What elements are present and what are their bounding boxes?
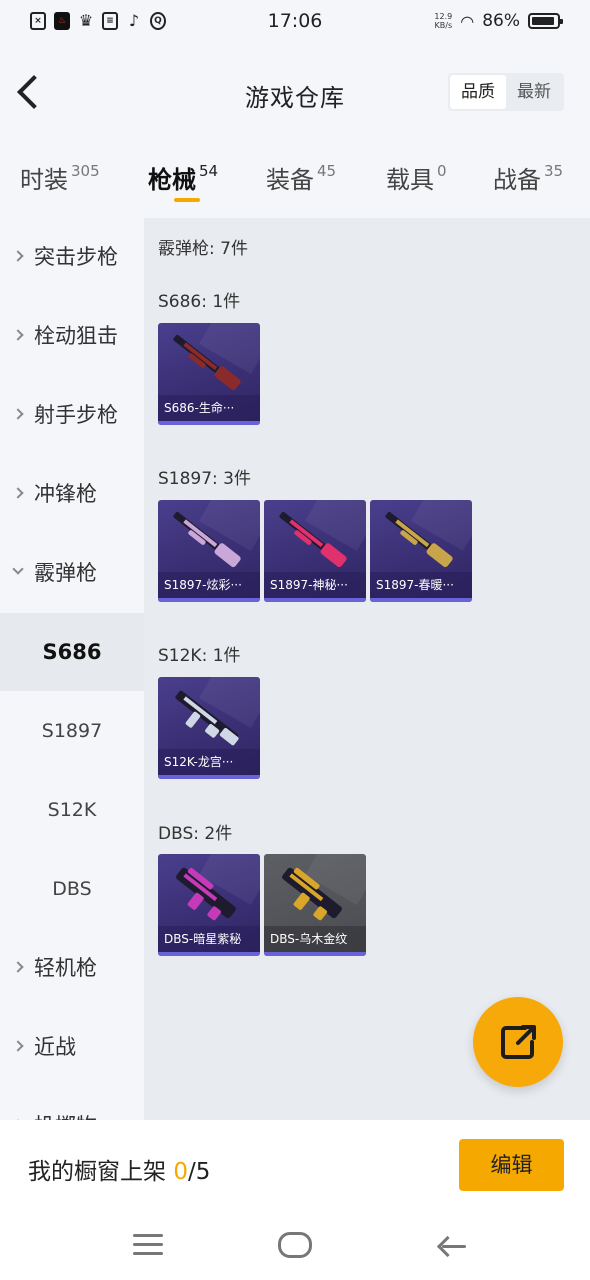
chevron-right-icon	[12, 250, 24, 262]
share-button[interactable]	[473, 997, 563, 1087]
group-heading-s686: S686: 1件	[158, 292, 241, 312]
battery-percent: 86%	[482, 11, 520, 31]
sort-toggle: 品质 最新	[448, 73, 564, 111]
weapon-card[interactable]: S1897-春暖···	[370, 500, 472, 602]
showcase-bar: 我的橱窗上架 0/5 编辑	[0, 1120, 590, 1212]
sidebar-item-throwables[interactable]: 投掷物	[0, 1087, 144, 1120]
tab-equipment[interactable]: 装备 45	[266, 160, 336, 195]
weapon-card-name: S1897-炫彩···	[158, 572, 260, 598]
shotgun-icon	[173, 511, 241, 568]
sidebar-item-shotgun[interactable]: 霰弹枪	[0, 534, 144, 612]
weapon-card-name: S1897-神秘···	[264, 572, 366, 598]
system-nav-bar	[0, 1212, 590, 1280]
menu-icon[interactable]	[133, 1234, 163, 1256]
shotgun-icon	[385, 511, 453, 568]
sidebar-sub-s686[interactable]: S686	[0, 613, 144, 691]
home-icon[interactable]	[278, 1232, 312, 1258]
weapon-card-name: S1897-春暖···	[370, 572, 472, 598]
weapon-card[interactable]: S1897-神秘···	[264, 500, 366, 602]
weapon-card[interactable]: DBS-乌木金纹	[264, 854, 366, 956]
sidebar-item-lmg[interactable]: 轻机枪	[0, 929, 144, 1007]
external-link-icon	[501, 1025, 536, 1059]
sidebar-item-melee[interactable]: 近战	[0, 1008, 144, 1086]
active-tab-underline	[174, 198, 200, 202]
edit-button[interactable]: 编辑	[459, 1139, 564, 1191]
bullpup-shotgun-icon	[282, 867, 342, 921]
network-speed: 12.9 KB/s	[434, 12, 453, 30]
wifi-icon: ◠	[460, 11, 475, 31]
chevron-right-icon	[12, 329, 24, 341]
weapon-type-sidebar: 突击步枪 栓动狙击 射手步枪 冲锋枪 霰弹枪 S686 S1897 S12K D…	[0, 218, 144, 1120]
sort-quality-button[interactable]: 品质	[450, 75, 506, 109]
battery-icon	[528, 13, 563, 29]
showcase-total: /5	[187, 1159, 211, 1185]
tab-vehicles[interactable]: 载具 0	[386, 160, 447, 195]
chevron-down-icon	[12, 563, 24, 575]
warehouse-page: × ♨ ♛ ≡ ♪ Q 17:06 12.9 KB/s ◠ 86% 游戏仓库 品…	[0, 0, 590, 1280]
weapon-card[interactable]: S686-生命···	[158, 323, 260, 425]
chevron-right-icon	[12, 1040, 24, 1052]
weapon-grid: 霰弹枪: 7件 S686: 1件 S686-生命··· S1897: 3件 S1…	[144, 218, 590, 1120]
sidebar-item-smg[interactable]: 冲锋枪	[0, 455, 144, 533]
bullpup-shotgun-icon	[176, 867, 236, 921]
group-heading-dbs: DBS: 2件	[158, 824, 233, 844]
chevron-right-icon	[12, 961, 24, 973]
tab-outfit[interactable]: 时装 305	[20, 160, 100, 195]
auto-shotgun-icon	[175, 690, 239, 746]
sidebar-item-assault-rifle[interactable]: 突击步枪	[0, 218, 144, 296]
sidebar-sub-s12k[interactable]: S12K	[0, 771, 144, 849]
status-right: 12.9 KB/s ◠ 86%	[434, 11, 563, 31]
weapon-card-name: DBS-暗星紫秘	[158, 926, 260, 952]
category-tabs: 时装 305 枪械 54 装备 45 载具 0 战备 35	[0, 142, 590, 218]
sidebar-item-bolt-sniper[interactable]: 栓动狙击	[0, 297, 144, 375]
shotgun-icon	[173, 334, 241, 391]
status-bar: × ♨ ♛ ≡ ♪ Q 17:06 12.9 KB/s ◠ 86%	[0, 0, 590, 46]
showcase-label: 我的橱窗上架 0/5	[28, 1159, 211, 1185]
weapon-card-name: DBS-乌木金纹	[264, 926, 366, 952]
weapon-card[interactable]: DBS-暗星紫秘	[158, 854, 260, 956]
weapon-card-name: S12K-龙宫···	[158, 749, 260, 775]
weapon-card-name: S686-生命···	[158, 395, 260, 421]
sidebar-item-marksman-rifle[interactable]: 射手步枪	[0, 376, 144, 454]
showcase-count: 0	[173, 1159, 188, 1185]
group-heading-s1897: S1897: 3件	[158, 469, 252, 489]
tab-supplies[interactable]: 战备 35	[493, 160, 563, 195]
tab-firearms[interactable]: 枪械 54	[148, 160, 218, 195]
shotgun-icon	[279, 511, 347, 568]
sidebar-sub-s1897[interactable]: S1897	[0, 692, 144, 770]
header: 游戏仓库 品质 最新	[0, 46, 590, 142]
nav-back-icon[interactable]	[438, 1235, 466, 1257]
sort-latest-button[interactable]: 最新	[506, 75, 562, 109]
weapon-card[interactable]: S12K-龙宫···	[158, 677, 260, 779]
sidebar-sub-dbs[interactable]: DBS	[0, 850, 144, 928]
chevron-right-icon	[12, 487, 24, 499]
weapon-card[interactable]: S1897-炫彩···	[158, 500, 260, 602]
shotgun-total: 霰弹枪: 7件	[158, 239, 248, 259]
group-heading-s12k: S12K: 1件	[158, 646, 241, 666]
chevron-right-icon	[12, 408, 24, 420]
